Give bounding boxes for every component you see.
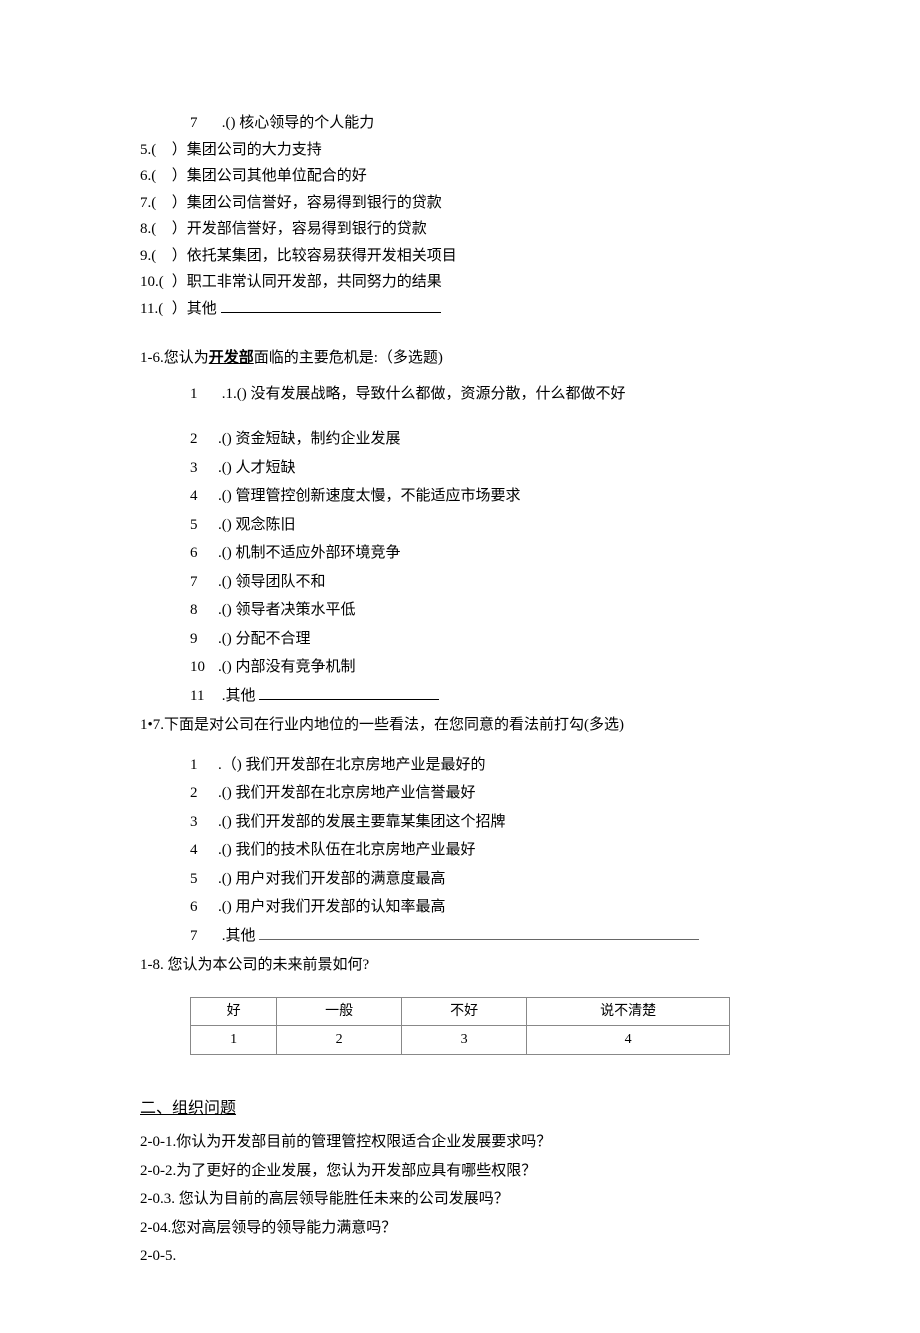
option-item: 9.( ）依托某集团，比较容易获得开发相关项目 — [140, 244, 780, 270]
option-item-other: 11 .其他 — [190, 684, 780, 710]
question-text: 2-0-2.为了更好的企业发展，您认为开发部应具有哪些权限？ — [140, 1159, 780, 1185]
q1-5-continued: 7 .() 核心领导的个人能力 5.( ）集团公司的大力支持 6.( ）集团公司… — [140, 111, 780, 322]
question-text: 2-0-1.你认为开发部目前的管理管控权限适合企业发展要求吗？ — [140, 1130, 780, 1156]
table-header-cell: 说不清楚 — [527, 997, 730, 1026]
option-item: 8.() 领导者决策水平低 — [190, 598, 780, 624]
option-item-other: 7 .其他 — [190, 924, 780, 950]
table-value-cell[interactable]: 1 — [191, 1026, 277, 1055]
table-value-cell[interactable]: 2 — [277, 1026, 402, 1055]
option-item: 7 .() 核心领导的个人能力 — [140, 111, 780, 137]
option-item: 4.() 管理管控创新速度太慢，不能适应市场要求 — [190, 484, 780, 510]
option-item: 7.( ）集团公司信誉好，容易得到银行的贷款 — [140, 191, 780, 217]
option-item: 6.() 用户对我们开发部的认知率最高 — [190, 895, 780, 921]
option-item: 1.（) 我们开发部在北京房地产业是最好的 — [190, 753, 780, 779]
option-item: 7.() 领导团队不和 — [190, 570, 780, 596]
option-item: 4.() 我们的技术队伍在北京房地产业最好 — [190, 838, 780, 864]
table-header-cell: 不好 — [402, 997, 527, 1026]
option-item: 2.() 我们开发部在北京房地产业信誉最好 — [190, 781, 780, 807]
question-text: 2-0-5. — [140, 1244, 780, 1270]
table-row: 1 2 3 4 — [191, 1026, 730, 1055]
option-item: 5.( ）集团公司的大力支持 — [140, 138, 780, 164]
question-text: 2-04.您对高层领导的领导能力满意吗？ — [140, 1216, 780, 1242]
table-value-cell[interactable]: 3 — [402, 1026, 527, 1055]
table-row: 好 一般 不好 说不清楚 — [191, 997, 730, 1026]
option-item: 6.( ）集团公司其他单位配合的好 — [140, 164, 780, 190]
question-text: 2-0.3. 您认为目前的高层领导能胜任未来的公司发展吗？ — [140, 1187, 780, 1213]
table-header-cell: 好 — [191, 997, 277, 1026]
option-item: 6.() 机制不适应外部环境竞争 — [190, 541, 780, 567]
option-item: 5.() 用户对我们开发部的满意度最高 — [190, 867, 780, 893]
q1-6-title: 1-6.您认为开发部面临的主要危机是:（多选题) — [140, 346, 780, 372]
option-item: 10.( ）职工非常认同开发部，共同努力的结果 — [140, 270, 780, 296]
q1-7-options: 1.（) 我们开发部在北京房地产业是最好的 2.() 我们开发部在北京房地产业信… — [140, 753, 780, 950]
q1-8-answer-table: 好 一般 不好 说不清楚 1 2 3 4 — [190, 997, 730, 1056]
option-item: 10.() 内部没有竞争机制 — [190, 655, 780, 681]
option-item: 5.() 观念陈旧 — [190, 513, 780, 539]
option-item: 3.() 我们开发部的发展主要靠某集团这个招牌 — [190, 810, 780, 836]
table-value-cell[interactable]: 4 — [527, 1026, 730, 1055]
option-item: 1 .1.() 没有发展战略，导致什么都做，资源分散，什么都做不好 — [190, 382, 780, 408]
table-header-cell: 一般 — [277, 997, 402, 1026]
option-item: 9.() 分配不合理 — [190, 627, 780, 653]
fill-blank[interactable] — [259, 685, 439, 700]
section-2-items: 2-0-1.你认为开发部目前的管理管控权限适合企业发展要求吗？ 2-0-2.为了… — [140, 1130, 780, 1270]
q1-6-options: 1 .1.() 没有发展战略，导致什么都做，资源分散，什么都做不好 2.() 资… — [140, 382, 780, 710]
section-2-header: 二、组织问题 — [140, 1095, 780, 1122]
q1-7-title: 1•7.下面是对公司在行业内地位的一些看法，在您同意的看法前打勾(多选) — [140, 713, 780, 739]
option-item: 3.() 人才短缺 — [190, 456, 780, 482]
fill-blank[interactable] — [259, 925, 699, 940]
option-item: 8.( ）开发部信誉好，容易得到银行的贷款 — [140, 217, 780, 243]
option-item: 2.() 资金短缺，制约企业发展 — [190, 427, 780, 453]
option-item-other: 11.( ）其他 — [140, 297, 780, 323]
fill-blank[interactable] — [221, 298, 441, 313]
q1-8-title: 1-8. 您认为本公司的未来前景如何? — [140, 953, 780, 979]
